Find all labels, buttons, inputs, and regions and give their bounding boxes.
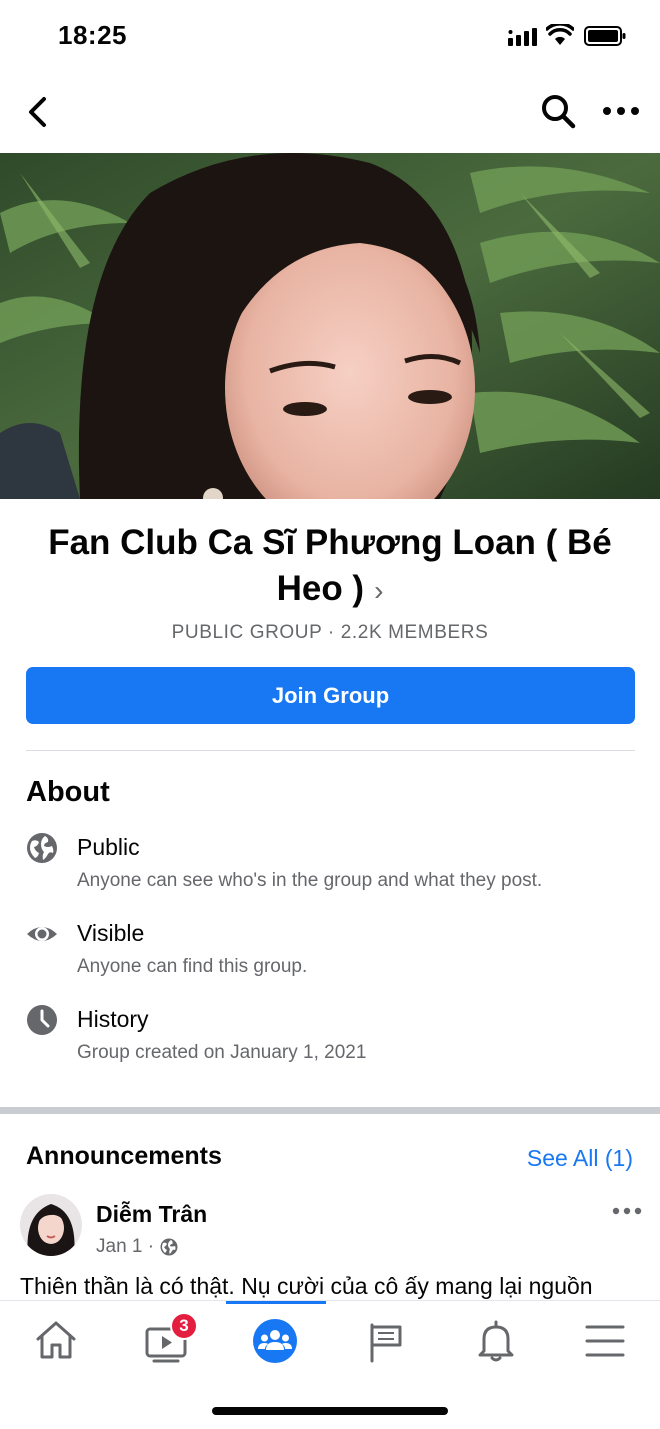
post-date: Jan 1 · <box>96 1236 178 1258</box>
post-text: Thiên thần là có thật. Nụ cười của cô ấy… <box>20 1273 593 1299</box>
chevron-right-icon: › <box>374 575 384 606</box>
divider <box>26 750 635 751</box>
join-group-button[interactable]: Join Group <box>26 667 635 724</box>
groups-icon[interactable] <box>251 1317 299 1365</box>
home-icon[interactable] <box>32 1317 80 1365</box>
about-history-description: Group created on January 1, 2021 <box>77 1042 367 1063</box>
more-options-icon[interactable] <box>602 102 640 120</box>
cellular-signal-icon <box>508 28 537 46</box>
notification-badge: 3 <box>170 1312 198 1340</box>
menu-icon[interactable] <box>581 1317 629 1365</box>
active-tab-indicator <box>226 1301 326 1304</box>
status-bar: 18:25 <box>0 0 660 72</box>
about-public-description: Anyone can see who's in the group and wh… <box>77 870 543 891</box>
cover-photo-image <box>0 153 660 499</box>
status-time: 18:25 <box>58 20 127 50</box>
see-all-link[interactable]: See All (1) <box>527 1145 633 1172</box>
cover-photo[interactable] <box>0 153 660 499</box>
avatar[interactable] <box>20 1194 82 1256</box>
avatar-image <box>20 1194 82 1256</box>
globe-icon <box>160 1238 178 1256</box>
back-icon[interactable] <box>24 94 52 130</box>
announcements-heading: Announcements <box>26 1142 222 1170</box>
globe-icon <box>27 833 57 863</box>
post-date-text: Jan 1 · <box>96 1236 155 1257</box>
section-divider <box>0 1107 660 1114</box>
eye-icon <box>27 927 57 941</box>
post-more-options-icon[interactable] <box>612 1205 642 1217</box>
nav-bar <box>0 80 660 144</box>
group-name[interactable]: Fan Club Ca Sĩ Phương Loan ( Bé Heo ) › <box>20 520 640 614</box>
bell-icon[interactable] <box>472 1317 520 1365</box>
group-privacy-members: PUBLIC GROUP · 2.2K MEMBERS <box>171 622 489 643</box>
about-item-public: Public Anyone can see who's in the group… <box>26 832 646 902</box>
about-heading: About <box>26 776 110 808</box>
about-public-heading: Public <box>77 834 140 860</box>
clock-icon <box>27 1005 57 1035</box>
battery-icon <box>584 26 626 46</box>
about-item-visible: Visible Anyone can find this group. <box>26 918 646 988</box>
about-visible-heading: Visible <box>77 920 145 946</box>
home-indicator[interactable] <box>212 1407 448 1415</box>
about-visible-description: Anyone can find this group. <box>77 956 308 977</box>
about-history-heading: History <box>77 1006 149 1032</box>
wifi-icon <box>546 24 574 45</box>
group-name-text: Fan Club Ca Sĩ Phương Loan ( Bé Heo ) <box>48 523 612 608</box>
post-author[interactable]: Diễm Trân <box>96 1201 207 1228</box>
about-item-history: History Group created on January 1, 2021 <box>26 1004 646 1074</box>
pages-flag-icon[interactable] <box>362 1317 410 1365</box>
search-icon[interactable] <box>540 93 576 129</box>
